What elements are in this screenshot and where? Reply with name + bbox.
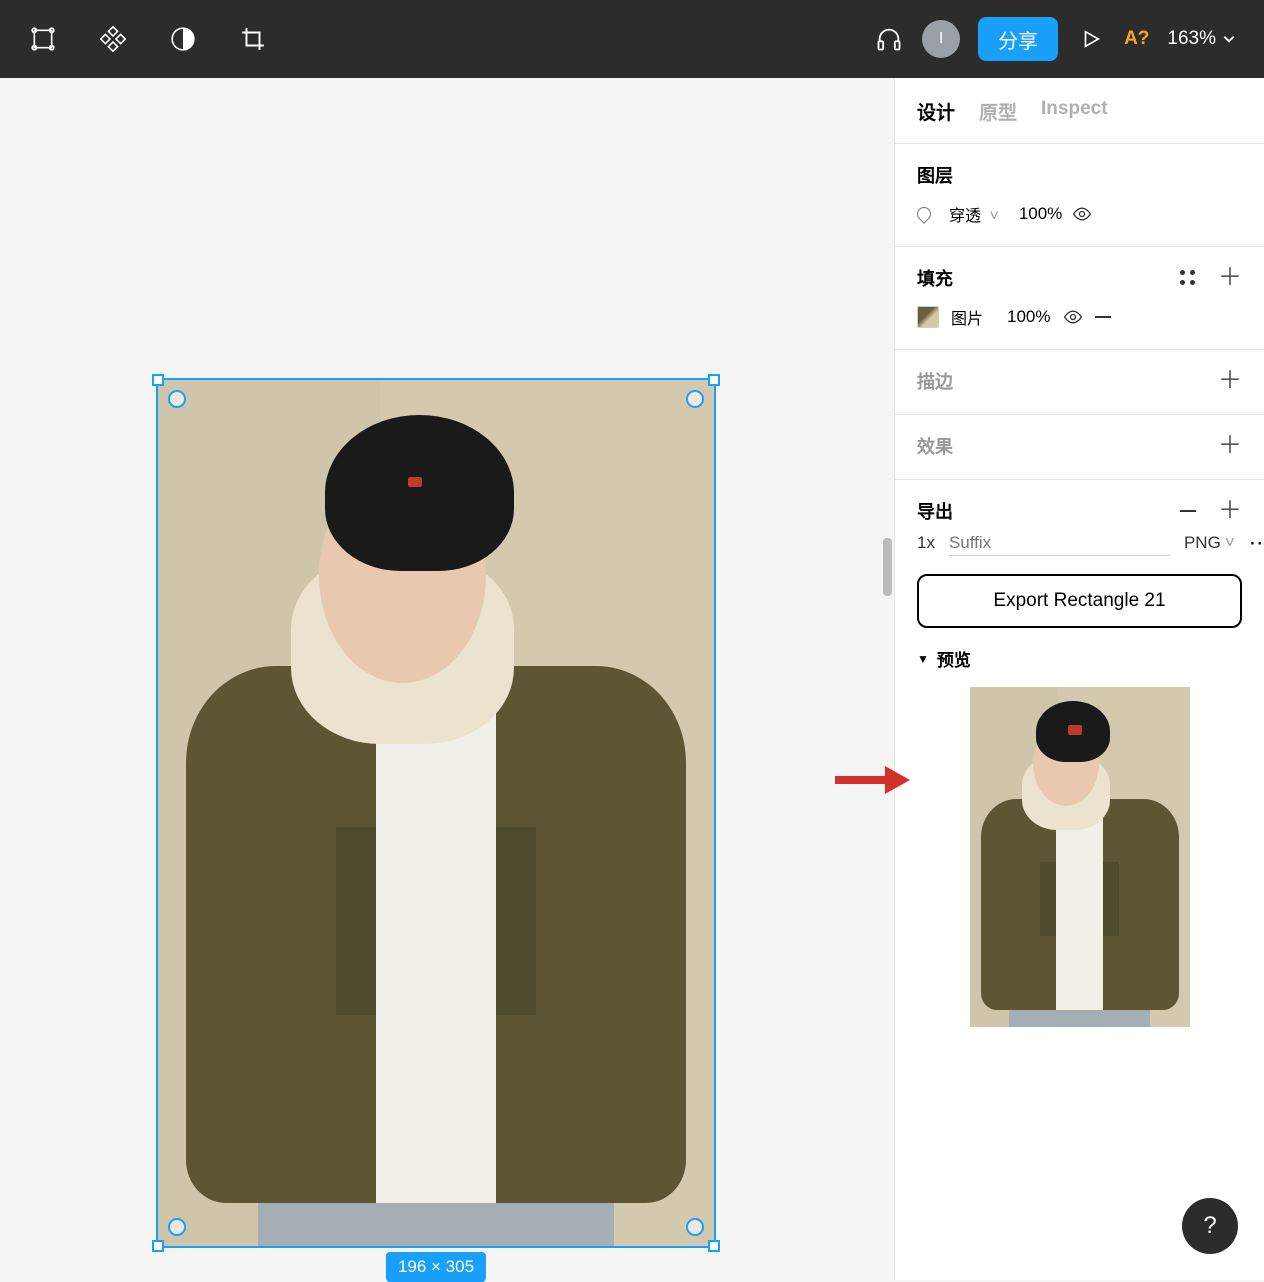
selection-size-badge: 196 × 305 [386, 1252, 486, 1282]
chevron-down-icon: ˅ [1225, 533, 1235, 553]
resize-handle-bl[interactable] [152, 1240, 164, 1252]
fill-swatch[interactable] [917, 306, 939, 328]
components-icon[interactable] [98, 24, 128, 54]
share-button[interactable]: 分享 [978, 17, 1058, 61]
scrollbar-vertical[interactable] [883, 538, 892, 596]
canvas[interactable]: 196 × 305 [0, 78, 894, 1280]
image-content [158, 380, 714, 1246]
effects-section: 效果 ＋ [895, 415, 1264, 480]
avatar-initial: I [939, 30, 943, 48]
radius-handle-br[interactable] [686, 1218, 704, 1236]
fill-section: 填充 ＋ 图片 100% [895, 247, 1264, 350]
preview-label: 预览 [937, 646, 971, 671]
remove-fill-button[interactable] [1095, 316, 1111, 318]
resize-handle-tl[interactable] [152, 374, 164, 386]
radius-handle-bl[interactable] [168, 1218, 186, 1236]
panel-tabs: 设计 原型 Inspect [895, 78, 1264, 144]
export-scale[interactable]: 1x [917, 533, 935, 553]
fill-type-label[interactable]: 图片 [951, 305, 983, 329]
resize-handle-br[interactable] [708, 1240, 720, 1252]
blend-mode-icon [914, 204, 934, 224]
chevron-down-icon: ˅ [985, 208, 999, 225]
fill-visibility-icon[interactable] [1063, 307, 1083, 327]
blend-mode-select[interactable]: 穿透 ˅ [949, 202, 999, 226]
export-title: 导出 [917, 498, 953, 524]
remove-export-button[interactable] [1180, 510, 1196, 512]
add-export-button[interactable]: ＋ [1218, 499, 1242, 523]
radius-handle-tl[interactable] [168, 390, 186, 408]
zoom-value: 163% [1167, 28, 1216, 50]
chevron-down-icon [1222, 32, 1236, 46]
effects-title: 效果 [917, 433, 953, 459]
export-section: 导出 ＋ 1x PNG ˅ ⋯ Export Rectangle 21 ▼ 预览 [895, 480, 1264, 1047]
caret-down-icon: ▼ [917, 652, 929, 666]
export-button[interactable]: Export Rectangle 21 [917, 574, 1242, 628]
add-stroke-button[interactable]: ＋ [1218, 369, 1242, 393]
radius-handle-tr[interactable] [686, 390, 704, 408]
help-button[interactable]: ? [1182, 1198, 1238, 1254]
mask-icon[interactable] [168, 24, 198, 54]
preview-toggle[interactable]: ▼ 预览 [917, 646, 1242, 671]
selected-image[interactable] [158, 380, 714, 1246]
style-grid-icon[interactable] [1180, 270, 1196, 286]
layer-title: 图层 [917, 162, 1242, 188]
properties-panel: 设计 原型 Inspect 图层 穿透 ˅ 100% 填充 ＋ [894, 78, 1264, 1280]
frame-tool-icon[interactable] [28, 24, 58, 54]
present-icon[interactable] [1076, 24, 1106, 54]
tab-prototype[interactable]: 原型 [979, 98, 1017, 125]
export-format-select[interactable]: PNG ˅ [1184, 533, 1235, 553]
resize-handle-tr[interactable] [708, 374, 720, 386]
layer-opacity[interactable]: 100% [1019, 204, 1062, 224]
export-preview [970, 687, 1190, 1027]
export-suffix-input[interactable] [949, 531, 1170, 556]
headphones-icon[interactable] [874, 24, 904, 54]
layer-section: 图层 穿透 ˅ 100% [895, 144, 1264, 247]
add-fill-button[interactable]: ＋ [1218, 266, 1242, 290]
top-toolbar: I 分享 A? 163% [0, 0, 1264, 78]
zoom-level[interactable]: 163% [1167, 28, 1236, 50]
selection-box[interactable]: 196 × 305 [156, 378, 716, 1248]
stroke-section: 描边 ＋ [895, 350, 1264, 415]
fill-opacity[interactable]: 100% [1007, 307, 1050, 327]
tab-design[interactable]: 设计 [917, 98, 955, 125]
missing-fonts-indicator[interactable]: A? [1124, 28, 1149, 50]
export-options-button[interactable]: ⋯ [1249, 530, 1264, 556]
visibility-toggle-icon[interactable] [1072, 204, 1092, 224]
tab-inspect[interactable]: Inspect [1041, 98, 1108, 125]
avatar[interactable]: I [922, 20, 960, 58]
stroke-title: 描边 [917, 368, 953, 394]
add-effect-button[interactable]: ＋ [1218, 434, 1242, 458]
fill-title: 填充 [917, 265, 953, 291]
crop-icon[interactable] [238, 24, 268, 54]
